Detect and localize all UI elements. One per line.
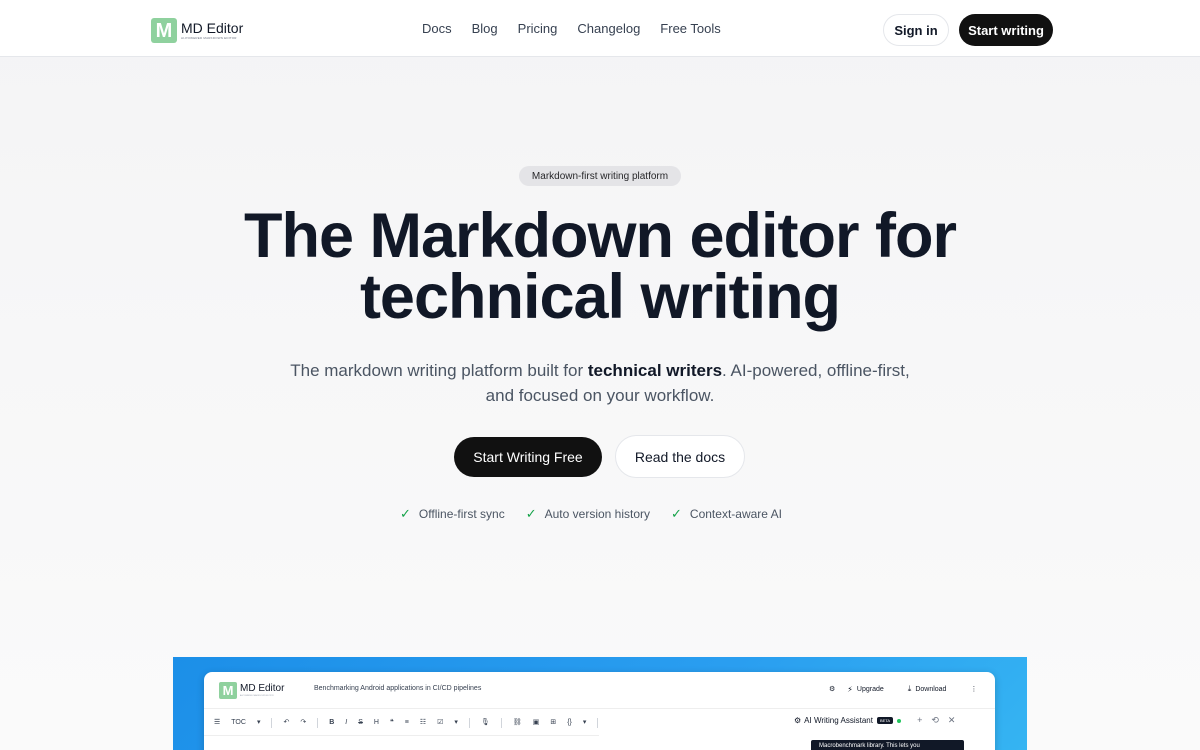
robot-icon: ⚙ bbox=[829, 686, 836, 693]
app-actions: ⚙ ⚡ Upgrade ⤓ Download ⋮ bbox=[829, 684, 989, 694]
logo-name: MD Editor bbox=[181, 19, 244, 36]
feature-label: Auto version history bbox=[544, 507, 651, 521]
redo-icon: ↷ bbox=[300, 719, 307, 726]
check-icon: ✓ bbox=[671, 506, 682, 521]
logo-tagline: AI-POWERED MARKDOWN EDITOR bbox=[181, 35, 237, 40]
strikethrough-icon: S bbox=[358, 719, 363, 726]
nav-link-pricing[interactable]: Pricing bbox=[518, 21, 558, 37]
microphone-icon: 🎙 bbox=[480, 719, 490, 726]
table-icon: ⊞ bbox=[550, 719, 557, 726]
app-header: M MD Editor AI-POWERED MARKDOWN EDITOR B… bbox=[204, 672, 995, 709]
chevron-down-icon: ▾ bbox=[454, 719, 458, 726]
nav-links: Docs Blog Pricing Changelog Free Tools bbox=[412, 21, 731, 37]
nav-link-changelog[interactable]: Changelog bbox=[577, 21, 640, 37]
hero-subtitle-line2: and focused on your workflow. bbox=[485, 386, 715, 405]
sign-in-button[interactable]: Sign in bbox=[883, 14, 949, 46]
bolt-icon: ⚡ bbox=[847, 684, 853, 694]
app-logo-name: MD Editor bbox=[240, 683, 285, 694]
nav-link-free-tools[interactable]: Free Tools bbox=[660, 21, 720, 37]
hero-title-line1: The Markdown editor for bbox=[243, 201, 957, 271]
hero-subtitle: The markdown writing platform built for … bbox=[250, 358, 950, 408]
hero-pill: Markdown-first writing platform bbox=[519, 166, 681, 186]
plus-icon: + bbox=[917, 715, 923, 725]
image-icon: ▣ bbox=[532, 719, 540, 726]
feature-label: Offline-first sync bbox=[418, 507, 505, 521]
hero-subtitle-prefix: The markdown writing platform built for bbox=[290, 361, 588, 380]
history-icon: ⟲ bbox=[931, 715, 939, 725]
download-label: Download bbox=[915, 685, 947, 693]
hero-subtitle-bold: technical writers bbox=[587, 361, 723, 380]
numbered-list-icon: ☷ bbox=[419, 719, 427, 726]
heading-icon: H bbox=[373, 719, 379, 726]
document-title: Benchmarking Android applications in CI/… bbox=[314, 685, 482, 692]
undo-icon: ↶ bbox=[283, 719, 290, 726]
more-icon: ⋮ bbox=[970, 686, 978, 693]
toc-label: TOC bbox=[231, 719, 246, 726]
feature-item: ✓ Context-aware AI bbox=[671, 506, 782, 522]
close-icon: ✕ bbox=[947, 715, 956, 725]
app-logo: M MD Editor AI-POWERED MARKDOWN EDITOR bbox=[219, 682, 284, 699]
app-logo-mark-icon: M bbox=[219, 682, 237, 699]
nav-link-blog[interactable]: Blog bbox=[472, 21, 498, 37]
download-button: ⤓ Download bbox=[908, 684, 959, 694]
toc-icon: ☰ bbox=[214, 719, 221, 726]
logo[interactable]: M MD Editor AI-POWERED MARKDOWN EDITOR bbox=[151, 18, 243, 43]
download-icon: ⤓ bbox=[907, 684, 912, 693]
robot-icon: ⚙ bbox=[794, 716, 802, 725]
app-preview: M MD Editor AI-POWERED MARKDOWN EDITOR B… bbox=[173, 657, 1027, 750]
code-icon: {} bbox=[567, 719, 572, 726]
link-icon: ⛓ bbox=[512, 719, 522, 726]
ai-panel-title: AI Writing Assistant bbox=[804, 716, 873, 725]
chevron-down-icon: ▾ bbox=[582, 719, 587, 726]
feature-item: ✓ Auto version history bbox=[526, 506, 650, 522]
read-docs-button[interactable]: Read the docs bbox=[615, 435, 745, 478]
feature-label: Context-aware AI bbox=[689, 507, 782, 521]
nav-link-docs[interactable]: Docs bbox=[422, 21, 452, 37]
chevron-down-icon: ▾ bbox=[256, 719, 261, 726]
beta-badge: BETA bbox=[876, 717, 894, 724]
top-nav: M MD Editor AI-POWERED MARKDOWN EDITOR D… bbox=[0, 0, 1200, 57]
ai-panel-header: ⚙ AI Writing Assistant BETA + ⟲ ✕ bbox=[794, 715, 995, 726]
app-window: M MD Editor AI-POWERED MARKDOWN EDITOR B… bbox=[204, 672, 995, 750]
hero-subtitle-suffix: . AI-powered, offline-first, bbox=[722, 361, 910, 380]
hero-title: The Markdown editor for technical writin… bbox=[200, 205, 1000, 329]
hero-title-line2: technical writing bbox=[359, 262, 841, 332]
upgrade-button: ⚡ Upgrade bbox=[847, 685, 895, 694]
start-writing-button[interactable]: Start writing bbox=[959, 14, 1053, 46]
checkbox-icon: ☑ bbox=[437, 719, 444, 726]
ai-message: Macrobenchmark library. This lets you bbox=[811, 740, 964, 750]
app-logo-tagline: AI-POWERED MARKDOWN EDITOR bbox=[240, 695, 274, 697]
bold-icon: B bbox=[329, 719, 335, 726]
upgrade-label: Upgrade bbox=[856, 685, 884, 693]
feature-item: ✓ Offline-first sync bbox=[400, 506, 505, 522]
logo-mark-icon: M bbox=[151, 18, 177, 43]
check-icon: ✓ bbox=[525, 506, 537, 521]
status-dot bbox=[897, 718, 902, 723]
feature-list: ✓ Offline-first sync ✓ Auto version hist… bbox=[400, 506, 803, 522]
start-writing-free-button[interactable]: Start Writing Free bbox=[454, 437, 602, 477]
bullet-list-icon: ≡ bbox=[404, 719, 409, 726]
editor-toolbar: ☰ TOC ▾ ↶ ↷ B I S H ❝ ≡ ☷ ☑ ▾ 🎙 ⛓ ▣ ⊞ {}… bbox=[214, 718, 609, 728]
quote-icon: ❝ bbox=[389, 719, 394, 726]
italic-icon: I bbox=[345, 719, 348, 726]
check-icon: ✓ bbox=[400, 506, 411, 521]
